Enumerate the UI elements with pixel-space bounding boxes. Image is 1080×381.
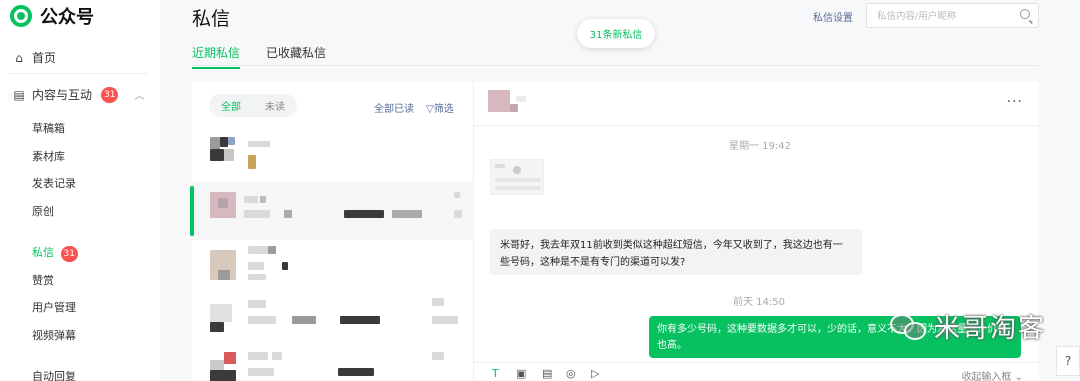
more-icon[interactable]: ··· bbox=[1007, 94, 1023, 110]
message-timestamp: 星期一 19:42 bbox=[729, 141, 791, 152]
video-icon[interactable]: ◎ bbox=[566, 367, 576, 380]
collapse-input-label: 收起输入框 bbox=[961, 372, 1012, 381]
search-box bbox=[866, 3, 1039, 28]
chevron-up-icon: ︿ bbox=[134, 91, 145, 102]
sidebar-divider bbox=[8, 73, 148, 74]
image-message[interactable] bbox=[490, 159, 544, 195]
home-icon: ⌂ bbox=[15, 50, 23, 65]
sidebar-item-publish-history[interactable]: 发表记录 bbox=[32, 175, 76, 191]
avatar bbox=[210, 352, 236, 381]
sidebar-item-user-management[interactable]: 用户管理 bbox=[32, 299, 76, 315]
image-icon[interactable]: ▣ bbox=[516, 367, 526, 380]
filter-icon: ▽ bbox=[426, 104, 434, 115]
collapse-input-button[interactable]: 收起输入框 ⌄ bbox=[961, 368, 1023, 381]
app-name: 公众号 bbox=[40, 7, 94, 28]
sidebar-item-messages[interactable]: 私信 31 bbox=[32, 244, 78, 262]
message-input-toolbar: T ▣ ▤ ◎ ▷ 收起输入框 ⌄ bbox=[474, 362, 1039, 381]
incoming-message-bubble: 米哥好，我去年双11前收到类似这种超红短信，今年又收到了，我这边也有一些号码，这… bbox=[490, 229, 862, 275]
sidebar-item-materials[interactable]: 素材库 bbox=[32, 148, 65, 164]
message-timestamp: 前天 14:50 bbox=[733, 297, 785, 308]
sidebar-item-label: 首页 bbox=[32, 51, 57, 65]
search-input[interactable] bbox=[867, 5, 1007, 28]
file-icon[interactable]: ▤ bbox=[542, 367, 552, 380]
filter-label: 筛选 bbox=[433, 104, 454, 115]
watermark: 米哥淘客 bbox=[890, 308, 1046, 345]
sidebar-item-rewards[interactable]: 赞赏 bbox=[32, 272, 54, 288]
sidebar-item-original[interactable]: 原创 bbox=[32, 203, 54, 219]
help-button[interactable]: ? bbox=[1056, 346, 1080, 376]
sidebar-section-label: 内容与互动 bbox=[32, 88, 93, 102]
app-logo[interactable]: 公众号 bbox=[10, 3, 94, 29]
avatar bbox=[210, 304, 236, 332]
conversation-item[interactable] bbox=[190, 182, 474, 240]
conversation-list: 全部 未读 全部已读 ▽筛选 bbox=[190, 82, 474, 381]
filter-button[interactable]: ▽筛选 bbox=[426, 100, 454, 115]
avatar bbox=[210, 250, 236, 280]
filter-unread[interactable]: 未读 bbox=[253, 98, 297, 113]
chat-header: ··· bbox=[474, 82, 1039, 126]
sidebar: 公众号 ⌂ 首页 ▤ 内容与互动 31 ︿ 草稿箱 素材库 发表记录 原创 私信… bbox=[0, 0, 160, 381]
sidebar-item-video-danmaku[interactable]: 视频弹幕 bbox=[32, 327, 76, 343]
avatar bbox=[210, 192, 236, 218]
sidebar-section-content[interactable]: ▤ 内容与互动 31 ︿ bbox=[12, 86, 144, 103]
document-icon: ▤ bbox=[13, 87, 25, 102]
conversation-item[interactable] bbox=[192, 127, 474, 185]
read-filter-toggle: 全部 未读 bbox=[209, 94, 297, 117]
help-icon: ? bbox=[1064, 354, 1072, 368]
new-messages-button[interactable]: 31条新私信 bbox=[577, 19, 655, 48]
search-icon[interactable] bbox=[1020, 9, 1030, 19]
text-icon[interactable]: T bbox=[492, 367, 499, 380]
avatar bbox=[210, 137, 236, 163]
unread-badge: 31 bbox=[101, 86, 119, 103]
mark-all-read-button[interactable]: 全部已读 bbox=[374, 100, 414, 115]
wechat-official-logo-icon bbox=[10, 5, 32, 27]
sidebar-item-auto-reply[interactable]: 自动回复 bbox=[32, 368, 76, 381]
watermark-text: 米哥淘客 bbox=[934, 314, 1047, 344]
play-icon[interactable]: ▷ bbox=[591, 367, 599, 380]
message-settings-link[interactable]: 私信设置 bbox=[813, 9, 853, 24]
unread-badge: 31 bbox=[60, 246, 78, 262]
tabs-divider bbox=[192, 65, 1038, 66]
conversation-item[interactable] bbox=[192, 240, 474, 298]
sidebar-item-drafts[interactable]: 草稿箱 bbox=[32, 120, 65, 136]
page-title: 私信 bbox=[192, 8, 231, 30]
sidebar-item-label: 私信 bbox=[32, 246, 54, 259]
conversation-item[interactable] bbox=[192, 342, 474, 381]
sidebar-item-home[interactable]: ⌂ 首页 bbox=[12, 49, 56, 66]
contact-avatar bbox=[488, 90, 526, 116]
wechat-watermark-icon bbox=[890, 312, 928, 342]
filter-all[interactable]: 全部 bbox=[209, 98, 253, 113]
